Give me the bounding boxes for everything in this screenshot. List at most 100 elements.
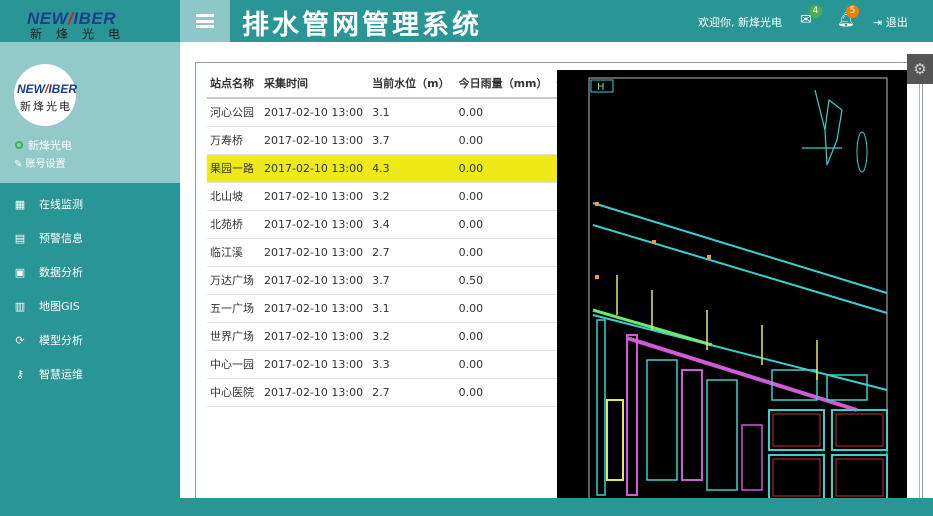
table-row[interactable]: 中心医院2017-02-10 13:002.70.002.8 bbox=[207, 378, 594, 407]
table-row[interactable]: 河心公园2017-02-10 13:003.10.003.1 bbox=[207, 98, 594, 127]
sidebar-item-label: 预警信息 bbox=[39, 232, 83, 245]
notifications-badge: 5 bbox=[846, 5, 859, 18]
footer-bar bbox=[0, 498, 933, 516]
rainfall-cell: 0.00 bbox=[455, 182, 554, 211]
table-header-row: 站点名称 采集时间 当前水位（m） 今日雨量（mm） 预测 bbox=[207, 69, 594, 99]
sidebar-item-model-analysis[interactable]: ⟳ 模型分析 bbox=[0, 323, 180, 357]
sidebar-item-warnings[interactable]: ▤ 预警信息 bbox=[0, 221, 180, 255]
north-arrow-icon bbox=[814, 89, 843, 166]
table-row[interactable]: 万寿桥2017-02-10 13:003.70.003.7 bbox=[207, 126, 594, 155]
online-status-icon bbox=[15, 141, 23, 149]
user-status: 新烽光电 bbox=[15, 137, 72, 153]
rainfall-cell: 0.50 bbox=[455, 266, 554, 295]
logout-button[interactable]: ⇥ 退出 bbox=[873, 14, 908, 30]
table-row[interactable]: 世界广场2017-02-10 13:003.20.003.2 bbox=[207, 322, 594, 351]
cad-pipe bbox=[626, 334, 638, 496]
water-level-cell: 4.3 bbox=[369, 154, 456, 183]
rainfall-cell: 0.00 bbox=[455, 350, 554, 379]
cad-road bbox=[592, 224, 888, 314]
collect-time-cell: 2017-02-10 13:00 bbox=[261, 294, 370, 323]
sidebar-item-label: 模型分析 bbox=[39, 334, 83, 347]
cad-building bbox=[826, 374, 868, 401]
water-level-cell: 3.1 bbox=[369, 98, 456, 127]
sidebar-nav: ▦ 在线监测 ▤ 预警信息 ▣ 数据分析 ▥ 地图GIS ⟳ 模型分析 ⚷ 智慧… bbox=[0, 187, 180, 391]
rainfall-cell: 0.00 bbox=[455, 210, 554, 239]
cad-block bbox=[646, 359, 678, 481]
account-settings-link[interactable]: ✎ 账号设置 bbox=[14, 155, 66, 170]
sidebar-item-data-analysis[interactable]: ▣ 数据分析 bbox=[0, 255, 180, 289]
water-level-cell: 3.2 bbox=[369, 322, 456, 351]
header-collect-time: 采集时间 bbox=[261, 69, 370, 99]
cad-building bbox=[768, 454, 825, 500]
header-station-name: 站点名称 bbox=[207, 69, 261, 99]
cad-drawing-overlay[interactable]: H bbox=[557, 70, 907, 500]
cad-building bbox=[831, 409, 888, 451]
avatar: NEW/IBER 新烽光电 bbox=[14, 64, 77, 126]
cad-block bbox=[706, 379, 738, 491]
water-level-cell: 3.7 bbox=[369, 266, 456, 295]
sidebar-item-label: 智慧运维 bbox=[39, 368, 83, 381]
collect-time-cell: 2017-02-10 13:00 bbox=[261, 266, 370, 295]
cad-building bbox=[768, 409, 825, 451]
table-row[interactable]: 北山坡2017-02-10 13:003.20.003.2 bbox=[207, 182, 594, 211]
cad-point bbox=[707, 255, 711, 259]
water-level-cell: 3.7 bbox=[369, 126, 456, 155]
collect-time-cell: 2017-02-10 13:00 bbox=[261, 238, 370, 267]
table-row[interactable]: 五一广场2017-02-10 13:003.10.003.2 bbox=[207, 294, 594, 323]
messages-button[interactable]: ✉ 4 bbox=[800, 5, 822, 28]
header-rainfall: 今日雨量（mm） bbox=[455, 69, 554, 99]
refresh-icon: ⟳ bbox=[15, 333, 25, 347]
cad-building bbox=[835, 458, 884, 497]
table-row[interactable]: 果园一路2017-02-10 13:004.30.004.3 bbox=[207, 154, 594, 183]
settings-button[interactable]: ⚙ bbox=[907, 54, 933, 84]
compass-icon bbox=[856, 131, 868, 173]
cad-building bbox=[835, 413, 884, 447]
rainfall-cell: 0.00 bbox=[455, 154, 554, 183]
rainfall-cell: 0.00 bbox=[455, 378, 554, 407]
app-title: 排水管网管理系统 bbox=[242, 10, 482, 41]
station-name-cell: 万寿桥 bbox=[207, 126, 261, 155]
station-name-cell: 河心公园 bbox=[207, 98, 261, 127]
rainfall-cell: 0.00 bbox=[455, 98, 554, 127]
station-name-cell: 北苑桥 bbox=[207, 210, 261, 239]
sidebar-item-label: 数据分析 bbox=[39, 266, 83, 279]
table-icon: ▦ bbox=[14, 197, 26, 211]
collect-time-cell: 2017-02-10 13:00 bbox=[261, 378, 370, 407]
station-name-cell: 万达广场 bbox=[207, 266, 261, 295]
collect-time-cell: 2017-02-10 13:00 bbox=[261, 210, 370, 239]
sidebar-item-map-gis[interactable]: ▥ 地图GIS bbox=[0, 289, 180, 323]
water-level-cell: 3.4 bbox=[369, 210, 456, 239]
calendar-icon: ▤ bbox=[14, 231, 26, 245]
cad-label: H bbox=[597, 82, 605, 93]
save-icon: ▣ bbox=[14, 265, 26, 279]
table-row[interactable]: 万达广场2017-02-10 13:003.70.503.8 bbox=[207, 266, 594, 295]
rainfall-cell: 0.00 bbox=[455, 238, 554, 267]
sidebar-item-online-monitoring[interactable]: ▦ 在线监测 bbox=[0, 187, 180, 221]
notifications-button[interactable]: 🔔︎ 5 bbox=[837, 5, 859, 28]
table-row[interactable]: 北苑桥2017-02-10 13:003.40.003.4 bbox=[207, 210, 594, 239]
table-row[interactable]: 中心一园2017-02-10 13:003.30.003.3 bbox=[207, 350, 594, 379]
station-name-cell: 五一广场 bbox=[207, 294, 261, 323]
cad-building bbox=[772, 458, 821, 497]
cad-block bbox=[606, 399, 624, 481]
cad-point bbox=[652, 240, 656, 244]
collect-time-cell: 2017-02-10 13:00 bbox=[261, 126, 370, 155]
messages-badge: 4 bbox=[809, 5, 822, 18]
water-level-cell: 3.1 bbox=[369, 294, 456, 323]
menu-toggle-button[interactable] bbox=[180, 0, 230, 42]
cad-building bbox=[772, 413, 821, 447]
table-row[interactable]: 临江溪2017-02-10 13:002.70.002.7 bbox=[207, 238, 594, 267]
sign-out-icon: ⇥ bbox=[873, 16, 883, 29]
water-level-cell: 2.7 bbox=[369, 378, 456, 407]
water-level-cell: 2.7 bbox=[369, 238, 456, 267]
header-water-level: 当前水位（m） bbox=[369, 69, 456, 99]
bar-chart-icon: ▥ bbox=[14, 299, 26, 313]
user-profile: NEW/IBER 新烽光电 新烽光电 ✎ 账号设置 bbox=[0, 42, 180, 183]
cad-point bbox=[595, 275, 599, 279]
rainfall-cell: 0.00 bbox=[455, 126, 554, 155]
collect-time-cell: 2017-02-10 13:00 bbox=[261, 98, 370, 127]
user-name: 新烽光电 bbox=[28, 139, 72, 152]
sidebar-item-smart-ops[interactable]: ⚷ 智慧运维 bbox=[0, 357, 180, 391]
key-icon: ⚷ bbox=[15, 367, 25, 381]
water-level-cell: 3.3 bbox=[369, 350, 456, 379]
